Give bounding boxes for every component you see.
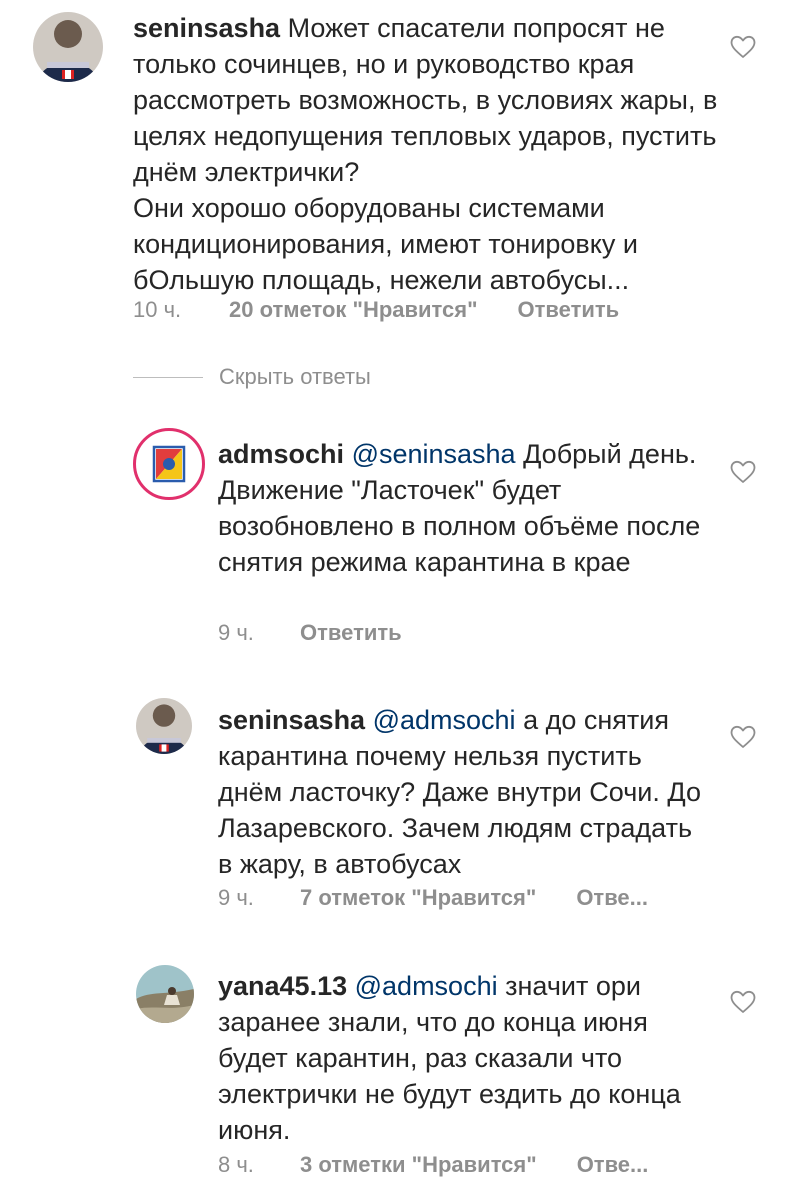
comment-username[interactable]: admsochi [218,439,344,469]
comment-text: seninsasha @admsochi а до снятия каранти… [218,702,708,882]
avatar-image [136,698,192,754]
likes-count[interactable]: 7 отметок "Нравится" [300,885,536,911]
heart-icon[interactable] [730,990,756,1014]
avatar-image [136,965,194,1023]
heart-icon[interactable] [730,460,756,484]
reply-button[interactable]: Отве... [577,1152,649,1178]
comment-body-continued: Они хорошо оборудованы системами кондици… [133,193,638,295]
avatar[interactable] [33,12,103,82]
avatar-image [139,434,199,494]
avatar-image [33,12,103,82]
avatar[interactable] [133,428,205,500]
reply-button[interactable]: Ответить [518,297,620,323]
hide-replies-toggle[interactable]: Скрыть ответы [133,364,371,390]
comment-username[interactable]: seninsasha [218,705,365,735]
comment-meta: 10 ч. 20 отметок "Нравится" Ответить [133,297,619,323]
comment-meta: 9 ч. Ответить [218,620,402,646]
comment-time: 9 ч. [218,885,254,910]
heart-icon[interactable] [730,725,756,749]
mention-link[interactable]: @admsochi [373,705,516,735]
likes-count[interactable]: 20 отметок "Нравится" [229,297,478,323]
comment-time: 9 ч. [218,620,254,645]
divider [133,376,203,378]
reply-button[interactable]: Отве... [576,885,648,911]
reply-button[interactable]: Ответить [300,620,402,646]
comment-username[interactable]: seninsasha [133,13,280,43]
likes-count[interactable]: 3 отметки "Нравится" [300,1152,537,1178]
comment-text: admsochi @seninsasha Добрый день. Движен… [218,436,703,580]
mention-link[interactable]: @seninsasha [352,439,516,469]
comment-meta: 9 ч. 7 отметок "Нравится" Отве... [218,885,648,911]
mention-link[interactable]: @admsochi [355,971,498,1001]
comment-time: 8 ч. [218,1152,254,1177]
comment-username[interactable]: yana45.13 [218,971,347,1001]
comment-time: 10 ч. [133,297,182,322]
comment-text: yana45.13 @admsochi значит ори заранее з… [218,968,698,1148]
avatar[interactable] [136,698,192,754]
hide-replies-label: Скрыть ответы [219,364,371,389]
heart-icon[interactable] [730,35,756,59]
avatar[interactable] [136,965,194,1023]
comment-text: seninsasha Может спасатели попросят не т… [133,10,733,298]
comment-meta: 8 ч. 3 отметки "Нравится" Отве... [218,1152,648,1178]
